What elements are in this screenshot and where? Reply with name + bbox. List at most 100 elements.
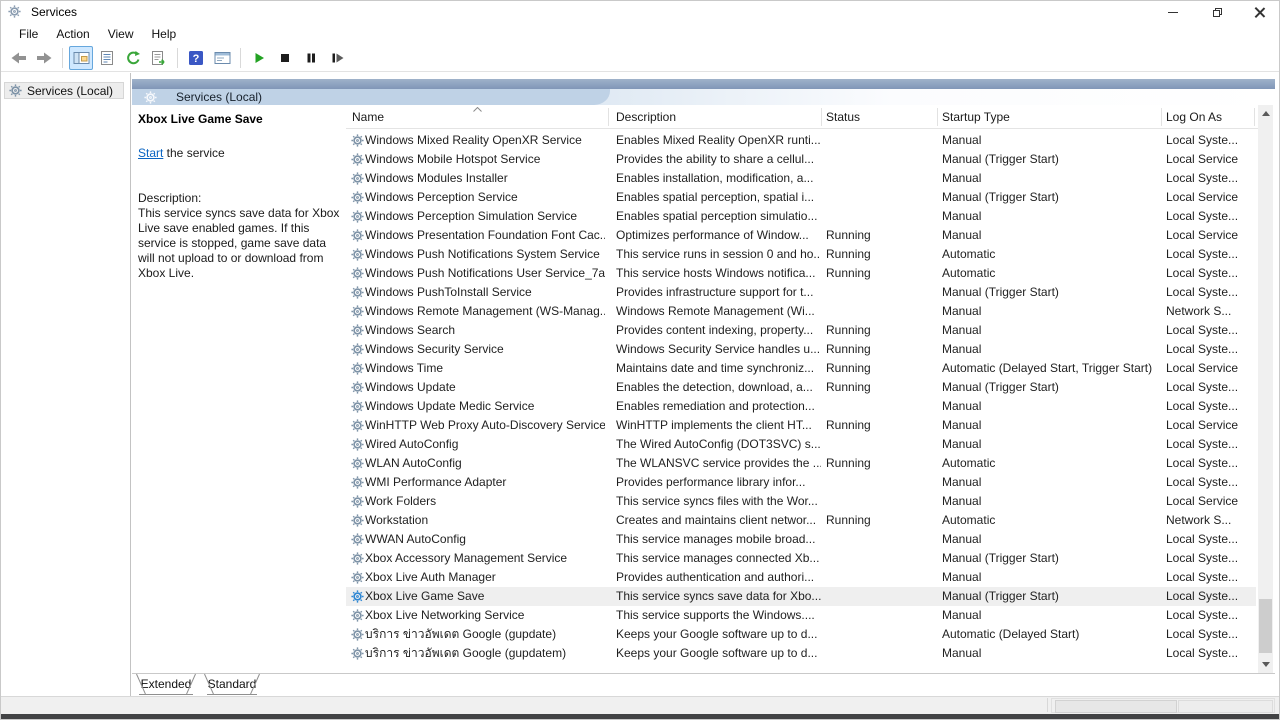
service-row[interactable]: Windows Presentation Foundation Font Cac… bbox=[346, 226, 1256, 245]
list-header: Name Description Status Startup Type Log… bbox=[346, 105, 1258, 129]
service-log-on-as: Local Syste... bbox=[1161, 264, 1256, 283]
refresh-icon[interactable] bbox=[121, 46, 145, 70]
service-row[interactable]: Windows Update Medic Service Enables rem… bbox=[346, 397, 1256, 416]
service-gear-icon bbox=[351, 286, 364, 299]
header-separator[interactable] bbox=[608, 108, 609, 126]
help-icon[interactable]: ? bbox=[184, 46, 208, 70]
start-service-icon[interactable] bbox=[247, 46, 271, 70]
service-row[interactable]: Windows Remote Management (WS-Manag... W… bbox=[346, 302, 1256, 321]
service-row[interactable]: Wired AutoConfig The Wired AutoConfig (D… bbox=[346, 435, 1256, 454]
service-status bbox=[821, 587, 937, 606]
tab-extended[interactable]: Extended bbox=[133, 674, 199, 695]
horizontal-scrollbar-thumb[interactable] bbox=[1055, 700, 1177, 713]
description-label: Description: bbox=[138, 191, 201, 205]
service-startup-type: Manual bbox=[937, 302, 1161, 321]
service-startup-type: Manual bbox=[937, 644, 1161, 663]
title-bar[interactable]: Services bbox=[1, 1, 1279, 23]
scroll-up-button[interactable] bbox=[1258, 105, 1273, 122]
pause-service-icon[interactable] bbox=[299, 46, 323, 70]
service-description: Maintains date and time synchroniz... bbox=[608, 359, 821, 378]
column-header-status[interactable]: Status bbox=[821, 105, 942, 128]
stop-service-icon[interactable] bbox=[273, 46, 297, 70]
start-service-suffix: the service bbox=[163, 146, 224, 160]
service-log-on-as: Local Service bbox=[1161, 188, 1256, 207]
tab-standard[interactable]: Standard bbox=[201, 674, 263, 695]
header-separator[interactable] bbox=[821, 108, 822, 126]
back-icon[interactable] bbox=[6, 46, 30, 70]
service-row[interactable]: Xbox Live Auth Manager Provides authenti… bbox=[346, 568, 1256, 587]
scroll-down-button[interactable] bbox=[1258, 656, 1273, 673]
header-separator[interactable] bbox=[937, 108, 938, 126]
menu-item-file[interactable]: File bbox=[10, 25, 47, 43]
service-row[interactable]: Windows Search Provides content indexing… bbox=[346, 321, 1256, 340]
service-log-on-as: Local Syste... bbox=[1161, 530, 1256, 549]
console-tree-icon[interactable] bbox=[69, 46, 93, 70]
restart-service-icon[interactable] bbox=[325, 46, 349, 70]
service-row[interactable]: บริการ ข่าวอัพเดต Google (gupdatem) Keep… bbox=[346, 644, 1256, 663]
extended-view-icon[interactable] bbox=[210, 46, 234, 70]
menu-item-view[interactable]: View bbox=[99, 25, 143, 43]
service-row[interactable]: Windows Security Service Windows Securit… bbox=[346, 340, 1256, 359]
service-row[interactable]: Windows PushToInstall Service Provides i… bbox=[346, 283, 1256, 302]
service-row[interactable]: WWAN AutoConfig This service manages mob… bbox=[346, 530, 1256, 549]
restore-icon bbox=[1213, 8, 1222, 17]
service-row[interactable]: Windows Push Notifications System Servic… bbox=[346, 245, 1256, 264]
service-row[interactable]: Windows Time Maintains date and time syn… bbox=[346, 359, 1256, 378]
restore-button[interactable] bbox=[1199, 1, 1235, 23]
vertical-scrollbar[interactable] bbox=[1258, 105, 1273, 673]
service-row[interactable]: Windows Push Notifications User Service_… bbox=[346, 264, 1256, 283]
service-name: Windows Push Notifications System Servic… bbox=[365, 245, 605, 264]
service-startup-type: Manual bbox=[937, 131, 1161, 150]
service-row[interactable]: Xbox Accessory Management Service This s… bbox=[346, 549, 1256, 568]
export-list-icon[interactable] bbox=[147, 46, 171, 70]
service-log-on-as: Local Syste... bbox=[1161, 397, 1256, 416]
horizontal-scrollbar[interactable] bbox=[1051, 698, 1275, 713]
service-row[interactable]: WMI Performance Adapter Provides perform… bbox=[346, 473, 1256, 492]
start-service-link[interactable]: Start bbox=[138, 146, 163, 160]
service-row[interactable]: Work Folders This service syncs files wi… bbox=[346, 492, 1256, 511]
service-row[interactable]: Windows Perception Service Enables spati… bbox=[346, 188, 1256, 207]
service-row[interactable]: Windows Perception Simulation Service En… bbox=[346, 207, 1256, 226]
service-startup-type: Automatic bbox=[937, 511, 1161, 530]
tree-item-services-local[interactable]: Services (Local) bbox=[4, 82, 124, 99]
service-row[interactable]: Windows Mobile Hotspot Service Provides … bbox=[346, 150, 1256, 169]
service-description: Provides the ability to share a cellul..… bbox=[608, 150, 821, 169]
service-gear-icon bbox=[351, 419, 364, 432]
vertical-scrollbar-thumb[interactable] bbox=[1259, 599, 1272, 653]
service-row[interactable]: WLAN AutoConfig The WLANSVC service prov… bbox=[346, 454, 1256, 473]
close-button[interactable] bbox=[1241, 1, 1277, 23]
minimize-button[interactable] bbox=[1155, 1, 1191, 23]
service-row[interactable]: WinHTTP Web Proxy Auto-Discovery Service… bbox=[346, 416, 1256, 435]
service-row[interactable]: Workstation Creates and maintains client… bbox=[346, 511, 1256, 530]
service-row[interactable]: บริการ ข่าวอัพเดต Google (gupdate) Keeps… bbox=[346, 625, 1256, 644]
column-header-startup-type[interactable]: Startup Type bbox=[937, 105, 1166, 128]
service-description: Enables spatial perception, spatial i... bbox=[608, 188, 821, 207]
service-startup-type: Manual bbox=[937, 530, 1161, 549]
toolbar-separator bbox=[62, 48, 63, 68]
service-gear-icon bbox=[351, 324, 364, 337]
column-header-description[interactable]: Description bbox=[608, 105, 829, 128]
start-service-line: Start the service bbox=[138, 146, 225, 160]
service-row[interactable]: Windows Mixed Reality OpenXR Service Ena… bbox=[346, 131, 1256, 150]
service-row[interactable]: Xbox Live Networking Service This servic… bbox=[346, 606, 1256, 625]
service-row[interactable]: Windows Update Enables the detection, do… bbox=[346, 378, 1256, 397]
service-name: Workstation bbox=[365, 511, 605, 530]
forward-icon[interactable] bbox=[32, 46, 56, 70]
service-startup-type: Manual bbox=[937, 473, 1161, 492]
column-header-log-on-as[interactable]: Log On As bbox=[1161, 105, 1259, 128]
service-row[interactable]: Windows Modules Installer Enables instal… bbox=[346, 169, 1256, 188]
service-row[interactable]: Xbox Live Game Save This service syncs s… bbox=[346, 587, 1256, 606]
menu-item-help[interactable]: Help bbox=[143, 25, 186, 43]
service-name: บริการ ข่าวอัพเดต Google (gupdatem) bbox=[365, 644, 605, 663]
service-startup-type: Manual (Trigger Start) bbox=[937, 283, 1161, 302]
service-startup-type: Manual (Trigger Start) bbox=[937, 378, 1161, 397]
properties-icon[interactable] bbox=[95, 46, 119, 70]
service-description: Keeps your Google software up to d... bbox=[608, 625, 821, 644]
header-separator[interactable] bbox=[1161, 108, 1162, 126]
horizontal-scrollbar-track[interactable] bbox=[1178, 700, 1273, 713]
header-separator[interactable] bbox=[1254, 108, 1255, 126]
service-name: Windows Mobile Hotspot Service bbox=[365, 150, 605, 169]
menu-item-action[interactable]: Action bbox=[47, 25, 98, 43]
service-description: This service runs in session 0 and ho... bbox=[608, 245, 821, 264]
banner-gear-icon bbox=[144, 91, 157, 104]
